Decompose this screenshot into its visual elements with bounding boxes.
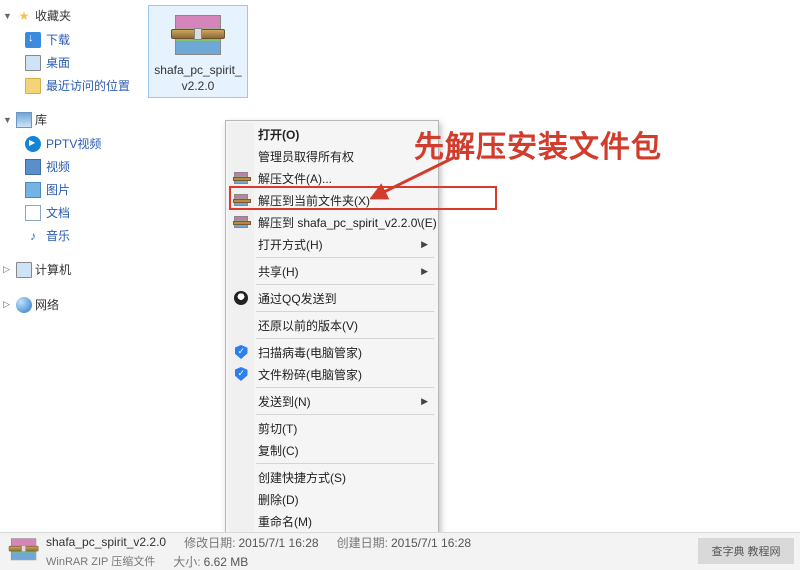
sidebar-item-videos[interactable]: 视频 (3, 155, 137, 178)
menu-item-label: 解压到当前文件夹(X) (258, 192, 370, 209)
submenu-arrow-icon: ▶ (421, 266, 428, 277)
sidebar: ▼ ★ 收藏夹 下载 桌面 最近访问的位置 ▼ 库 PPTV视频 视 (0, 0, 140, 532)
download-icon (25, 32, 41, 48)
context-menu-item[interactable]: 重命名(M) (228, 510, 436, 532)
disclosure-icon: ▼ (3, 115, 13, 125)
file-name: shafa_pc_spirit_v2.2.0 (152, 63, 244, 94)
context-menu-item[interactable]: 解压到 shafa_pc_spirit_v2.2.0\(E) (228, 211, 436, 233)
file-item[interactable]: shafa_pc_spirit_v2.2.0 (148, 5, 248, 98)
menu-item-label: 通过QQ发送到 (258, 290, 337, 307)
sidebar-section-network[interactable]: ▷ 网络 (3, 294, 137, 315)
context-menu-item[interactable]: 打开方式(H) ▶ (228, 233, 436, 255)
context-menu-item[interactable]: 发送到(N) ▶ (228, 390, 436, 412)
context-menu-item[interactable]: 打开(O) (228, 123, 436, 145)
menu-separator (256, 311, 434, 312)
menu-item-label: 扫描病毒(电脑管家) (258, 344, 362, 361)
section-label: 计算机 (35, 261, 71, 278)
menu-separator (256, 284, 434, 285)
shield-icon (233, 366, 249, 382)
sidebar-section-libraries[interactable]: ▼ 库 (3, 109, 137, 130)
context-menu: 打开(O) 管理员取得所有权解压文件(A)... 解压到当前文件夹(X) 解压到 sh… (225, 120, 439, 562)
menu-separator (256, 338, 434, 339)
menu-item-label: 重命名(M) (258, 513, 312, 530)
menu-separator (256, 463, 434, 464)
sidebar-item-downloads[interactable]: 下载 (3, 28, 137, 51)
menu-separator (256, 387, 434, 388)
menu-item-label: 解压到 shafa_pc_spirit_v2.2.0\(E) (258, 214, 437, 231)
menu-item-label: 创建快捷方式(S) (258, 469, 346, 486)
watermark: 查字典 教程网 (698, 538, 794, 564)
menu-item-label: 打开(O) (258, 126, 299, 143)
menu-item-label: 解压文件(A)... (258, 170, 332, 187)
menu-item-label: 打开方式(H) (258, 236, 323, 253)
winrar-icon (233, 214, 249, 230)
disclosure-icon: ▷ (3, 264, 13, 275)
submenu-arrow-icon: ▶ (421, 396, 428, 407)
winrar-icon (233, 170, 249, 186)
sidebar-item-documents[interactable]: 文档 (3, 201, 137, 224)
submenu-arrow-icon: ▶ (421, 239, 428, 250)
disclosure-icon: ▷ (3, 299, 13, 310)
sidebar-item-pictures[interactable]: 图片 (3, 178, 137, 201)
menu-separator (256, 414, 434, 415)
sidebar-item-recent[interactable]: 最近访问的位置 (3, 74, 137, 97)
menu-item-label: 复制(C) (258, 442, 299, 459)
context-menu-item[interactable]: 复制(C) (228, 439, 436, 461)
pptv-icon (25, 136, 41, 152)
section-label: 网络 (35, 296, 59, 313)
music-icon: ♪ (25, 228, 41, 244)
menu-item-label: 发送到(N) (258, 393, 311, 410)
status-file-name: shafa_pc_spirit_v2.2.0 (46, 535, 166, 549)
star-icon: ★ (16, 8, 32, 24)
recent-icon (25, 78, 41, 94)
context-menu-item[interactable]: 解压到当前文件夹(X) (228, 189, 436, 211)
context-menu-item[interactable]: 通过QQ发送到 (228, 287, 436, 309)
sidebar-item-desktop[interactable]: 桌面 (3, 51, 137, 74)
context-menu-item[interactable]: 文件粉碎(电脑管家) (228, 363, 436, 385)
annotation-text: 先解压安装文件包 (414, 122, 662, 166)
menu-separator (256, 257, 434, 258)
menu-item-label: 剪切(T) (258, 420, 297, 437)
menu-item-label: 还原以前的版本(V) (258, 317, 358, 334)
context-menu-item[interactable]: 扫描病毒(电脑管家) (228, 341, 436, 363)
context-menu-item[interactable]: 删除(D) (228, 488, 436, 510)
menu-item-label: 删除(D) (258, 491, 299, 508)
qq-icon (233, 290, 249, 306)
sidebar-section-favorites[interactable]: ▼ ★ 收藏夹 (3, 5, 137, 26)
status-file-type: WinRAR ZIP 压缩文件 (46, 553, 155, 569)
pictures-icon (25, 182, 41, 198)
context-menu-item[interactable]: 剪切(T) (228, 417, 436, 439)
section-label: 库 (35, 111, 47, 128)
library-icon (16, 112, 32, 128)
context-menu-item[interactable]: 还原以前的版本(V) (228, 314, 436, 336)
sidebar-section-computer[interactable]: ▷ 计算机 (3, 259, 137, 280)
network-icon (16, 297, 32, 313)
desktop-icon (25, 55, 41, 71)
menu-item-label: 管理员取得所有权 (258, 148, 354, 165)
winrar-icon (233, 192, 249, 208)
sidebar-item-music[interactable]: ♪ 音乐 (3, 224, 137, 247)
sidebar-item-pptv[interactable]: PPTV视频 (3, 132, 137, 155)
menu-item-label: 共享(H) (258, 263, 299, 280)
context-menu-item[interactable]: 管理员取得所有权 (228, 145, 436, 167)
computer-icon (16, 262, 32, 278)
winrar-archive-icon (166, 11, 230, 59)
video-icon (25, 159, 41, 175)
context-menu-item[interactable]: 解压文件(A)... (228, 167, 436, 189)
status-bar: shafa_pc_spirit_v2.2.0 修改日期: 2015/7/1 16… (0, 532, 800, 570)
documents-icon (25, 205, 41, 221)
menu-item-label: 文件粉碎(电脑管家) (258, 366, 362, 383)
section-label: 收藏夹 (35, 7, 71, 24)
context-menu-item[interactable]: 创建快捷方式(S) (228, 466, 436, 488)
shield-icon (233, 344, 249, 360)
context-menu-item[interactable]: 共享(H) ▶ (228, 260, 436, 282)
winrar-archive-icon (6, 536, 38, 568)
disclosure-icon: ▼ (3, 11, 13, 21)
